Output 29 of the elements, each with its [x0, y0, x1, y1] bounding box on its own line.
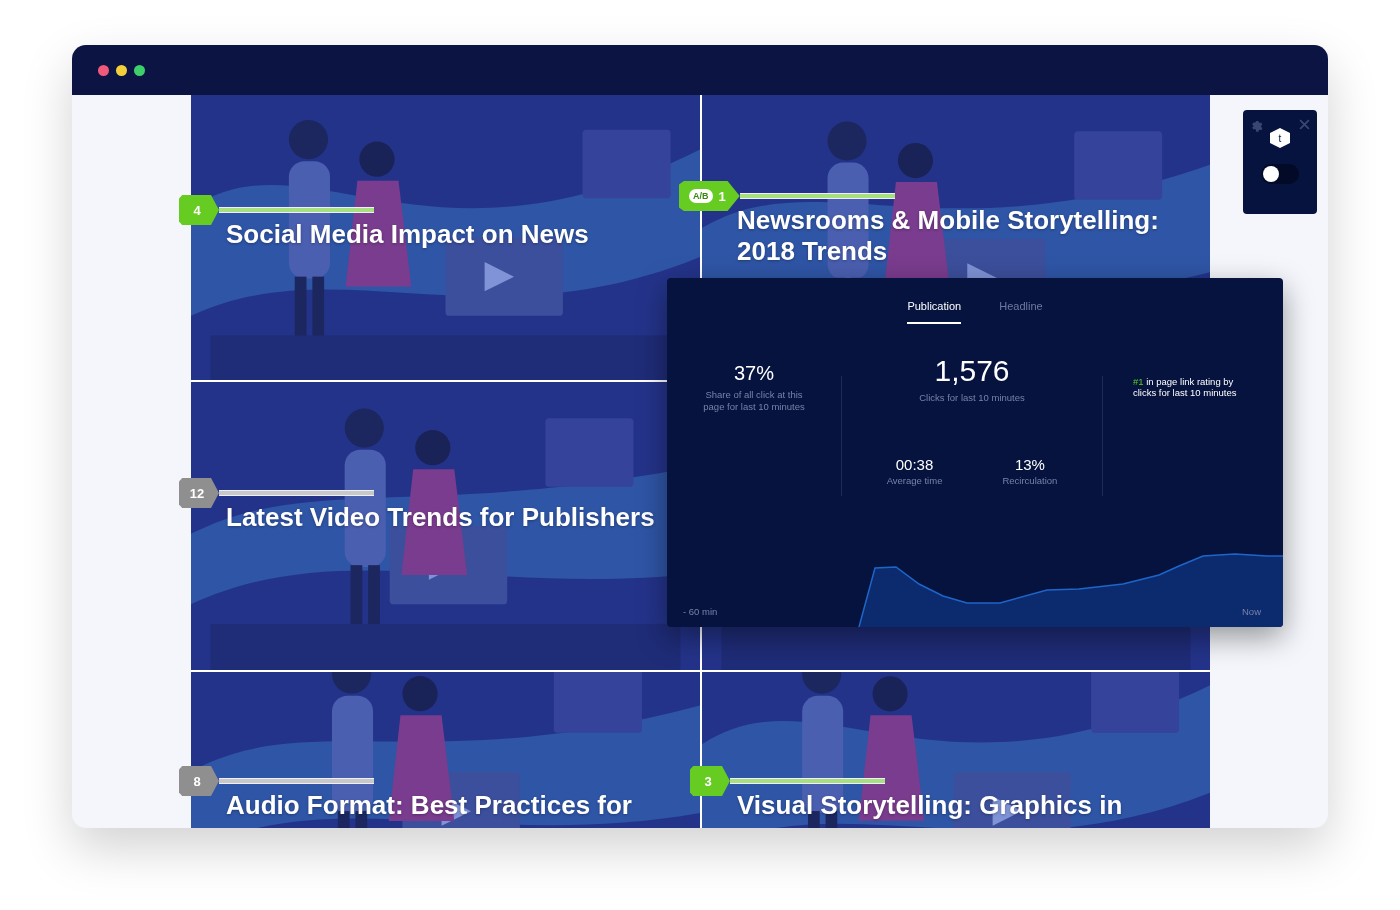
clicks-caption: Clicks for last 10 minutes — [919, 392, 1025, 404]
share-caption: Share of all click at this page for last 10 minutes — [702, 389, 806, 413]
minimize-dot-icon[interactable] — [116, 64, 127, 76]
article-title[interactable]: Social Media Impact on News — [226, 219, 660, 250]
metric-caption: Recirculation — [1002, 475, 1058, 487]
article-title[interactable]: Latest Video Trends for Publishers — [226, 502, 660, 533]
toggle-switch[interactable] — [1261, 164, 1299, 184]
metric-value: 00:38 — [895, 456, 934, 473]
clicks-value: 1,576 — [934, 354, 1010, 388]
close-dot-icon[interactable] — [98, 64, 109, 76]
count-number: 12 — [189, 485, 205, 501]
maximize-dot-icon[interactable] — [134, 64, 145, 76]
article-title[interactable]: Visual Storytelling: Graphics in — [737, 790, 1170, 821]
count-number: 3 — [704, 773, 712, 789]
metric-caption: Average time — [886, 475, 943, 487]
metric-value: 13% — [1014, 456, 1045, 473]
panel-tab[interactable]: Headline — [999, 300, 1043, 324]
share-value: 37% — [734, 362, 774, 385]
logo-badge: t — [1270, 128, 1290, 148]
article-title[interactable]: Audio Format: Best Practices for — [226, 790, 660, 821]
count-number: 1 — [718, 188, 726, 204]
article-title[interactable]: Newsrooms & Mobile Storytelling: 2018 Trends — [737, 205, 1170, 267]
axis-end-label: Now — [1242, 606, 1261, 617]
ab-test-label: A/B — [689, 189, 713, 203]
panel-tab[interactable]: Publication — [907, 300, 962, 324]
count-number: 8 — [193, 773, 201, 789]
count-number: 4 — [193, 202, 201, 218]
rank-note: #1 in page link rating by clicks for last 10 minutes — [1133, 376, 1238, 400]
axis-start-label: - 60 min — [683, 606, 718, 617]
